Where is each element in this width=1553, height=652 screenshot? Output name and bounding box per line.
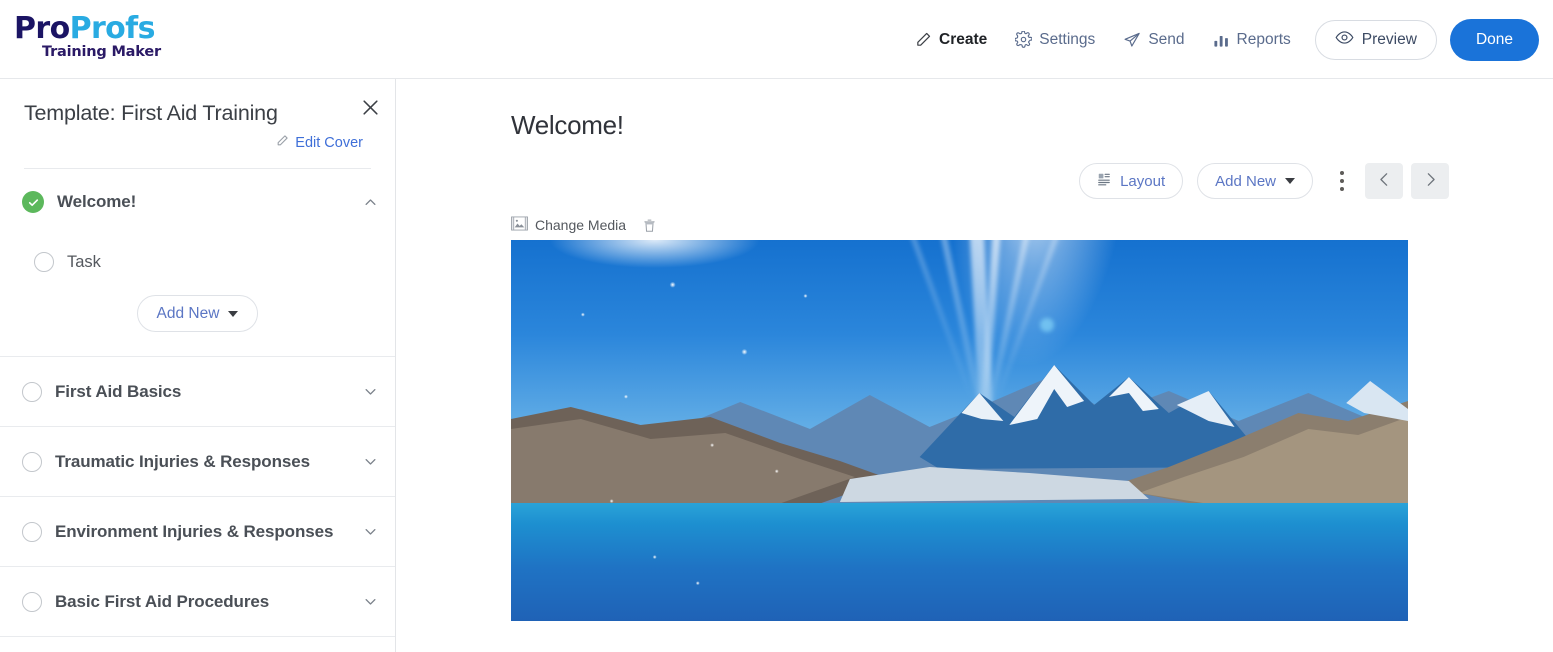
nav-item-create[interactable]: Create [901,20,1001,60]
sidebar-item-basic-procedures[interactable]: Basic First Aid Procedures [0,567,395,637]
sidebar-item-label: First Aid Basics [55,381,182,401]
more-vertical-icon[interactable] [1327,164,1357,198]
chevron-up-icon[interactable] [359,191,381,213]
media-actions: Change Media [511,216,656,234]
layout-label: Layout [1120,172,1166,190]
nav-item-reports[interactable]: Reports [1199,20,1305,60]
pencil-icon [276,134,289,151]
sidebar-item-label: Basic First Aid Procedures [55,591,270,611]
eye-icon [1335,28,1354,52]
sidebar-item-label: Environment Injuries & Responses [55,521,334,541]
empty-circle-icon [22,591,42,612]
nav-label-create: Create [939,30,988,48]
nav-item-send[interactable]: Send [1109,20,1198,60]
nav-label-settings: Settings [1039,30,1096,48]
sidebar-item-label: Traumatic Injuries & Responses [55,451,310,471]
preview-label: Preview [1361,30,1417,48]
content-add-new-button[interactable]: Add New [1197,163,1313,199]
logo-wordmark: ProProfs [14,14,161,44]
content-add-new-label: Add New [1215,172,1276,190]
paper-plane-icon [1123,31,1141,49]
cover-image[interactable] [511,240,1408,621]
sidebar-divider [24,168,371,169]
sidebar-subitem-task[interactable]: Task [0,235,395,289]
bar-chart-icon [1213,31,1230,48]
empty-circle-icon [34,252,54,272]
sidebar-header: Template: First Aid Training Edit Cover [0,79,395,169]
empty-circle-icon [22,381,42,402]
logo-product-name: Training Maker [42,44,161,60]
done-button[interactable]: Done [1449,18,1539,61]
top-bar: ProProfs Training Maker Create Settings … [0,0,1553,79]
empty-circle-icon [22,451,42,472]
sidebar-add-new-row: Add New [0,289,395,357]
chevron-left-icon [1376,171,1393,191]
page-title: Welcome! [511,110,624,140]
next-slide-button[interactable] [1411,163,1449,199]
change-media-label: Change Media [535,217,627,233]
empty-circle-icon [22,521,42,542]
sidebar-add-new-label: Add New [156,304,220,322]
sidebar-item-welcome[interactable]: Welcome! [0,169,395,235]
gear-icon [1015,31,1033,48]
sun-glitter [546,240,906,614]
sidebar: Template: First Aid Training Edit Cover … [0,79,396,652]
chevron-down-icon [228,310,239,317]
trash-icon[interactable] [643,218,656,233]
main-content: Welcome! Layout Add New Change Media [397,79,1553,652]
preview-button[interactable]: Preview [1314,19,1437,60]
sidebar-subitem-label: Task [67,252,101,271]
layout-icon [1097,172,1111,190]
image-icon [511,216,528,234]
chevron-right-icon [1422,171,1439,191]
chevron-down-icon[interactable] [359,521,381,543]
content-toolbar: Layout Add New [1079,163,1449,199]
sidebar-item-label: Welcome! [57,192,137,211]
chevron-down-icon[interactable] [359,591,381,613]
nav-label-send: Send [1148,30,1185,48]
chevron-down-icon [1285,178,1295,184]
edit-cover-label: Edit Cover [295,134,363,151]
sidebar-item-first-aid-basics[interactable]: First Aid Basics [0,357,395,427]
previous-slide-button[interactable] [1365,163,1403,199]
sidebar-item-environment-injuries[interactable]: Environment Injuries & Responses [0,497,395,567]
chevron-down-icon[interactable] [359,451,381,473]
change-media-button[interactable]: Change Media [511,216,626,234]
layout-button[interactable]: Layout [1079,163,1184,199]
chevron-down-icon[interactable] [359,381,381,403]
sidebar-template-title: Template: First Aid Training [24,101,278,125]
nav-label-reports: Reports [1236,30,1291,48]
app-logo[interactable]: ProProfs Training Maker [14,14,161,60]
logo-text-pro: Pro [14,11,70,46]
top-navigation: Create Settings Send Reports Preview Don… [901,0,1539,79]
nav-item-settings[interactable]: Settings [1001,20,1109,60]
logo-text-profs: Profs [69,11,156,46]
pencil-icon [915,31,932,48]
sidebar-item-traumatic-injuries[interactable]: Traumatic Injuries & Responses [0,427,395,497]
close-icon[interactable] [353,90,387,124]
check-circle-icon [22,191,44,213]
sidebar-add-new-button[interactable]: Add New [136,295,259,332]
edit-cover-button[interactable]: Edit Cover [24,126,371,151]
